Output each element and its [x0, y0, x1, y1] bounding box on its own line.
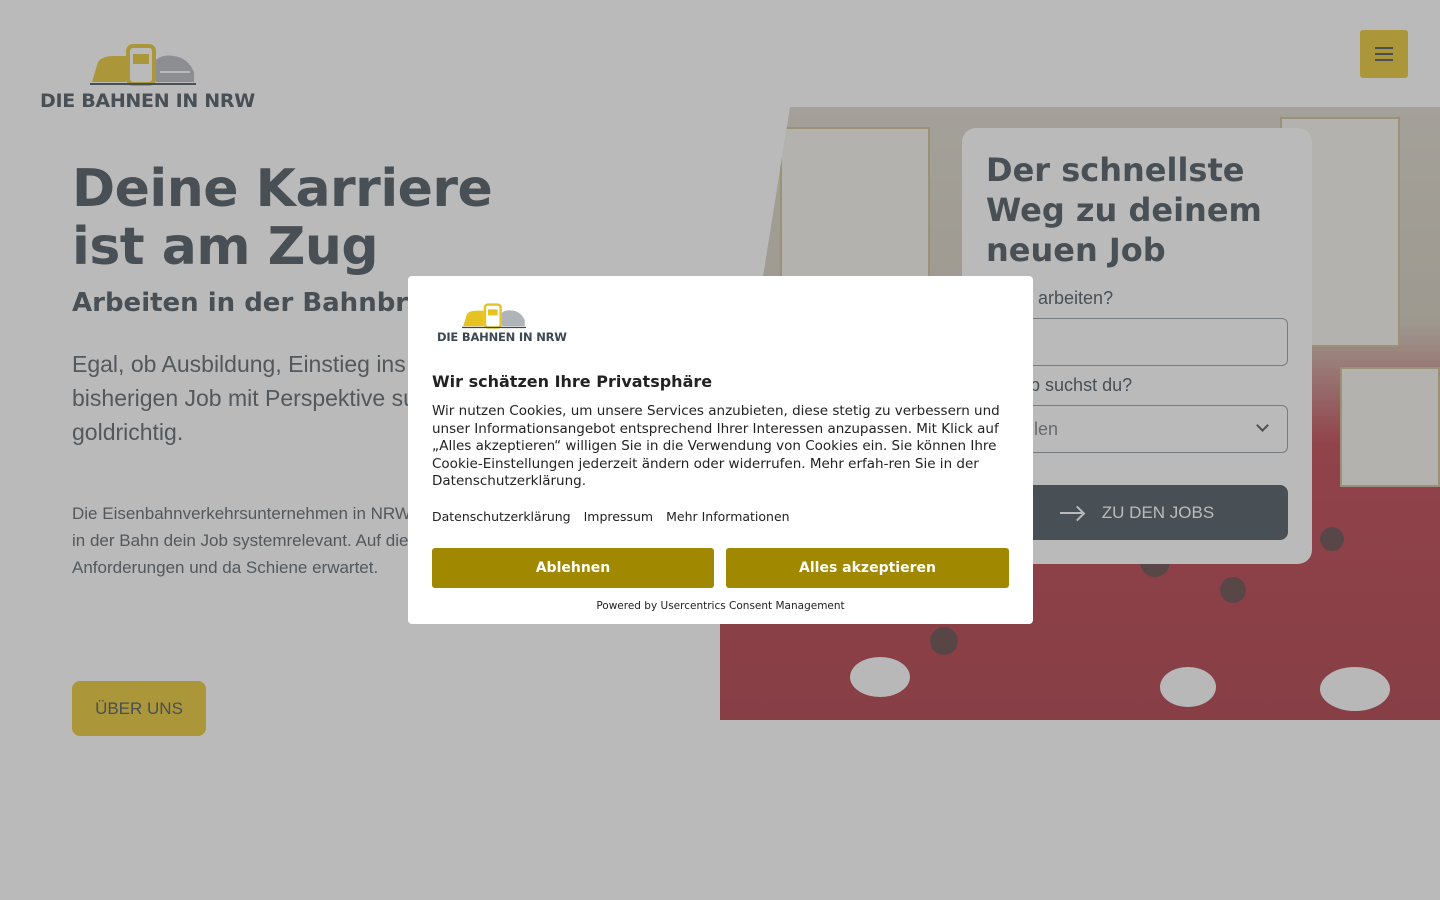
- privacy-policy-link[interactable]: Datenschutzerklärung: [432, 509, 571, 524]
- consent-description: Wir nutzen Cookies, um unsere Services a…: [432, 403, 1000, 489]
- consent-logo-wordmark: DIE BAHNEN IN NRW: [437, 330, 567, 344]
- imprint-link[interactable]: Impressum: [584, 509, 653, 524]
- more-info-link[interactable]: Mehr Informationen: [666, 509, 789, 524]
- deny-cookies-button[interactable]: Ablehnen: [432, 548, 714, 588]
- train-logo-icon: [462, 303, 526, 329]
- accept-all-cookies-button[interactable]: Alles akzeptieren: [726, 548, 1009, 588]
- consent-powered-by: Powered by Usercentrics Consent Manageme…: [596, 600, 845, 612]
- consent-links: Datenschutzerklärung Impressum Mehr Info…: [432, 509, 790, 524]
- consent-title: Wir schätzen Ihre Privatsphäre: [432, 372, 713, 391]
